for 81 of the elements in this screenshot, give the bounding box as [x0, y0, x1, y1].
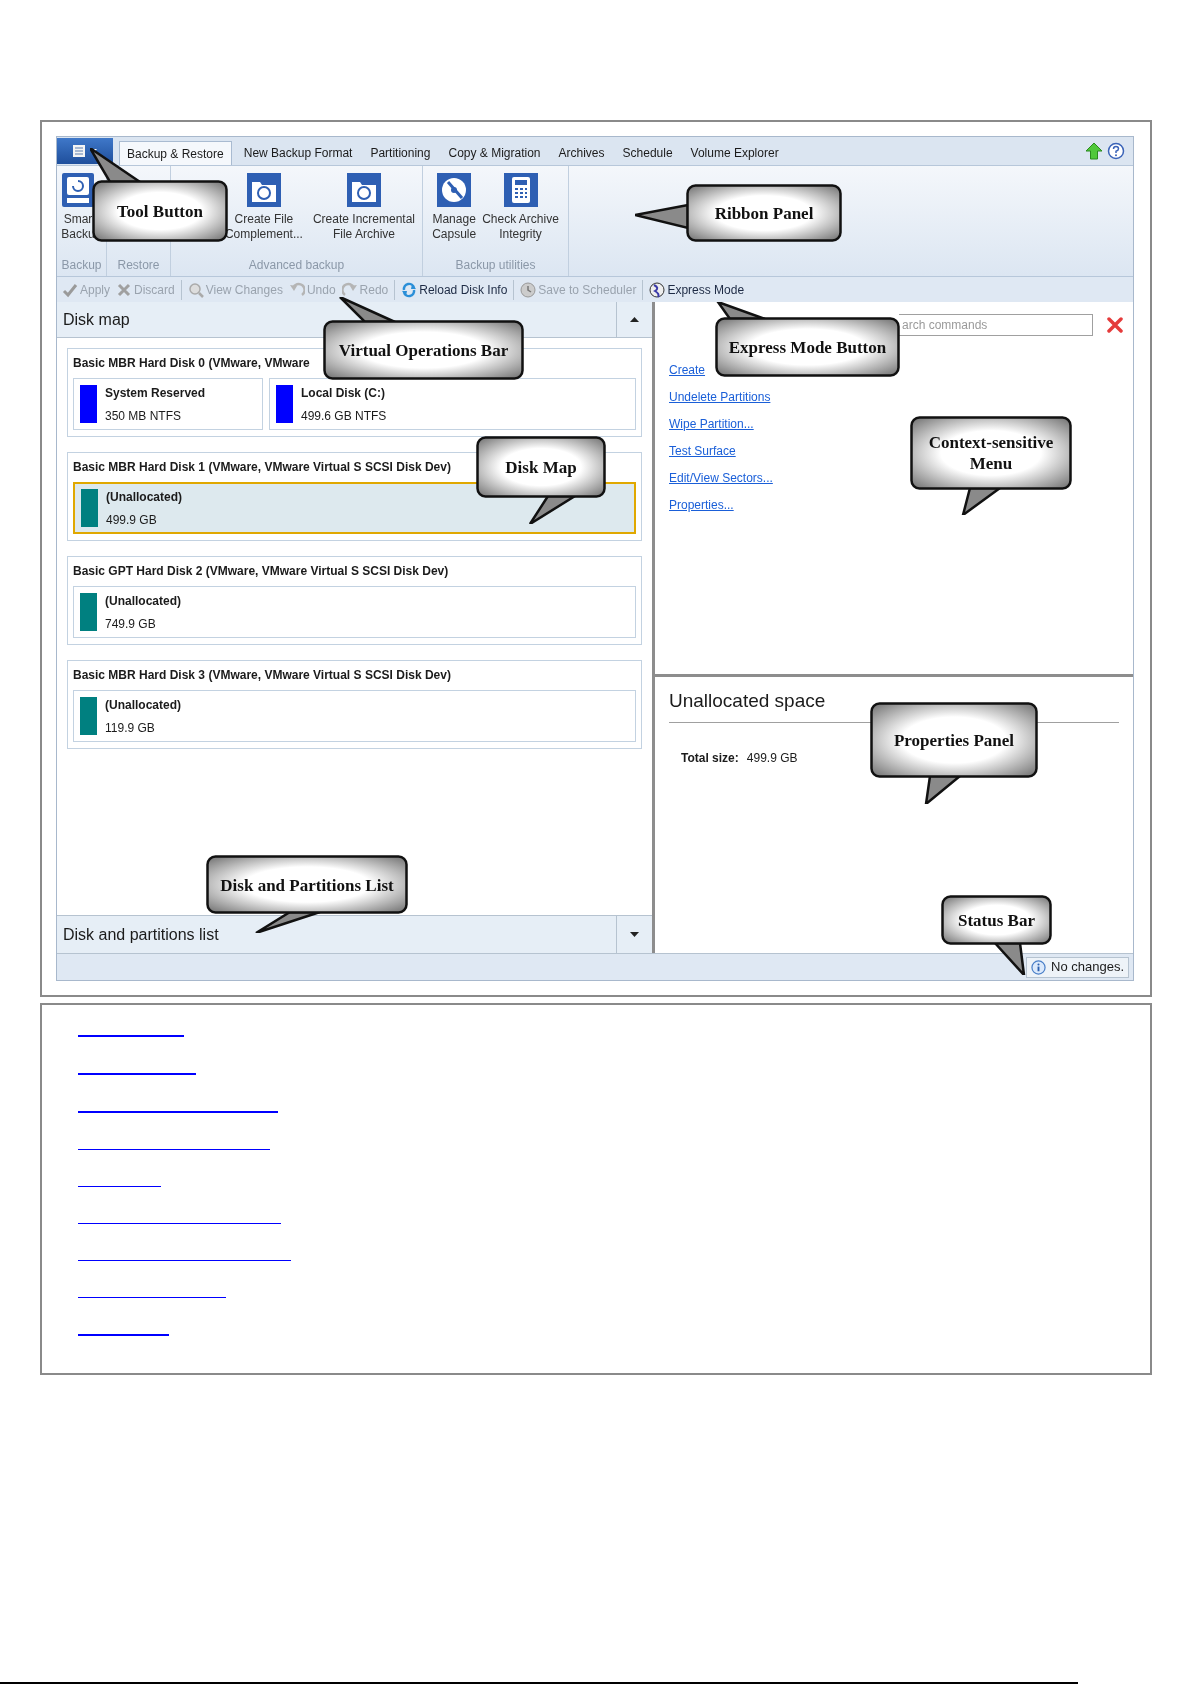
property-label: Total size:	[681, 749, 739, 767]
link-underline[interactable]	[78, 1186, 161, 1187]
link-underline[interactable]	[78, 1260, 291, 1261]
link-underline[interactable]	[78, 1297, 226, 1298]
ribbon-tab[interactable]: Archives	[550, 141, 613, 165]
ribbon-tab[interactable]: Backup & Restore	[119, 141, 232, 165]
clock-icon	[520, 281, 537, 298]
partition-size: 499.6 GB NTFS	[301, 407, 387, 425]
callout-text: Tool Button	[117, 200, 203, 222]
group-label: Backup utilities	[454, 257, 537, 274]
command-link[interactable]: Edit/View Sectors...	[669, 469, 773, 487]
ribbon-button[interactable]: Check Archive Integrity	[482, 172, 559, 256]
callout-text: Status Bar	[958, 909, 1035, 931]
partition-block[interactable]: (Unallocated) 119.9 GB	[73, 690, 636, 742]
cross-icon	[116, 281, 133, 298]
help-icon[interactable]	[1107, 142, 1125, 160]
magnifier-icon	[187, 281, 204, 298]
link-underline[interactable]	[78, 1223, 281, 1224]
partition-size: 499.9 GB	[106, 511, 158, 529]
command-link[interactable]: Undelete Partitions	[669, 388, 771, 406]
pane-title: Disk map	[62, 309, 131, 330]
check-icon	[62, 281, 78, 298]
callout-text: Disk and Partitions List	[220, 874, 394, 895]
ribbon-tab[interactable]: Partitioning	[362, 141, 439, 165]
partition-block[interactable]: (Unallocated) 499.9 GB	[73, 482, 636, 534]
disk-title: Basic MBR Hard Disk 0 (VMware, VMware	[73, 355, 310, 372]
group-label: Restore	[116, 257, 161, 274]
partition-block[interactable]: Local Disk (C:) 499.6 GB NTFS	[269, 378, 636, 430]
link-underline[interactable]	[78, 1149, 270, 1150]
command-link[interactable]: Wipe Partition...	[669, 415, 754, 433]
partition-size: 350 MB NTFS	[105, 407, 183, 425]
callout-text: Virtual Operations Bar	[338, 339, 509, 361]
pane-title: Disk and partitions list	[62, 924, 220, 945]
partition-size: 119.9 GB	[105, 719, 156, 737]
up-arrow-icon[interactable]	[1085, 142, 1103, 160]
property-value: 499.9 GB	[746, 749, 798, 767]
ribbon-button[interactable]: Create Incremental File Archive	[312, 172, 415, 256]
folder-icon	[245, 172, 282, 208]
partition-size: 749.9 GB	[105, 615, 157, 633]
callout-text: Express Mode Button	[728, 336, 887, 358]
link-underline[interactable]	[78, 1035, 184, 1037]
group-label: Advanced backup	[247, 257, 346, 274]
callout-text: Context-sensitive Menu	[927, 432, 1055, 474]
info-icon	[1031, 959, 1046, 975]
link-underline[interactable]	[78, 1073, 196, 1075]
caret-down-icon	[630, 932, 639, 937]
ribbon-tab[interactable]: Copy & Migration	[440, 141, 549, 165]
partition-name: (Unallocated)	[105, 592, 181, 610]
ribbon-tab[interactable]: New Backup Format	[235, 141, 361, 165]
ribbon-button[interactable]: Manage Capsule	[432, 172, 477, 256]
disk-title: Basic MBR Hard Disk 1 (VMware, VMware Virtual S SCSI Disk Dev)	[73, 459, 451, 476]
search-field[interactable]: arch commands	[899, 314, 1093, 336]
link-underline[interactable]	[78, 1111, 278, 1113]
disk-title: Basic GPT Hard Disk 2 (VMware, VMware Virtual S SCSI Disk Dev)	[73, 563, 449, 580]
callout-text: Properties Panel	[893, 729, 1015, 751]
command-link[interactable]: Properties...	[669, 496, 734, 514]
close-icon[interactable]	[1107, 317, 1123, 333]
partition-name: (Unallocated)	[105, 696, 181, 714]
folder-icon	[345, 172, 382, 208]
command-link[interactable]: Create	[669, 361, 706, 379]
toolbar-button[interactable]: Express Mode	[646, 278, 748, 301]
calc-icon	[502, 172, 539, 208]
reload-icon	[401, 281, 418, 298]
partition-name: System Reserved	[105, 384, 206, 402]
ribbon-tab[interactable]: Schedule	[614, 141, 681, 165]
link-underline[interactable]	[78, 1334, 169, 1336]
status-text: No changes.	[1051, 958, 1124, 977]
group-label: Backup	[60, 257, 103, 274]
callout-text: Ribbon Panel	[714, 202, 814, 224]
toolbar-button[interactable]: Reload Disk Info	[398, 278, 511, 301]
caret-up-icon	[630, 317, 639, 322]
partition-name: Local Disk (C:)	[301, 384, 386, 402]
redo-icon	[341, 281, 358, 298]
callout-text: Disk Map	[505, 456, 577, 478]
disk-title: Basic MBR Hard Disk 3 (VMware, VMware Virtual S SCSI Disk Dev)	[73, 667, 451, 684]
ribbon-tab[interactable]: Volume Explorer	[682, 141, 787, 165]
command-link[interactable]: Test Surface	[669, 442, 736, 460]
undo-icon	[288, 281, 305, 298]
partition-name: (Unallocated)	[106, 488, 182, 506]
partition-block[interactable]: (Unallocated) 749.9 GB	[73, 586, 636, 638]
partition-block[interactable]: System Reserved 350 MB NTFS	[73, 378, 263, 430]
